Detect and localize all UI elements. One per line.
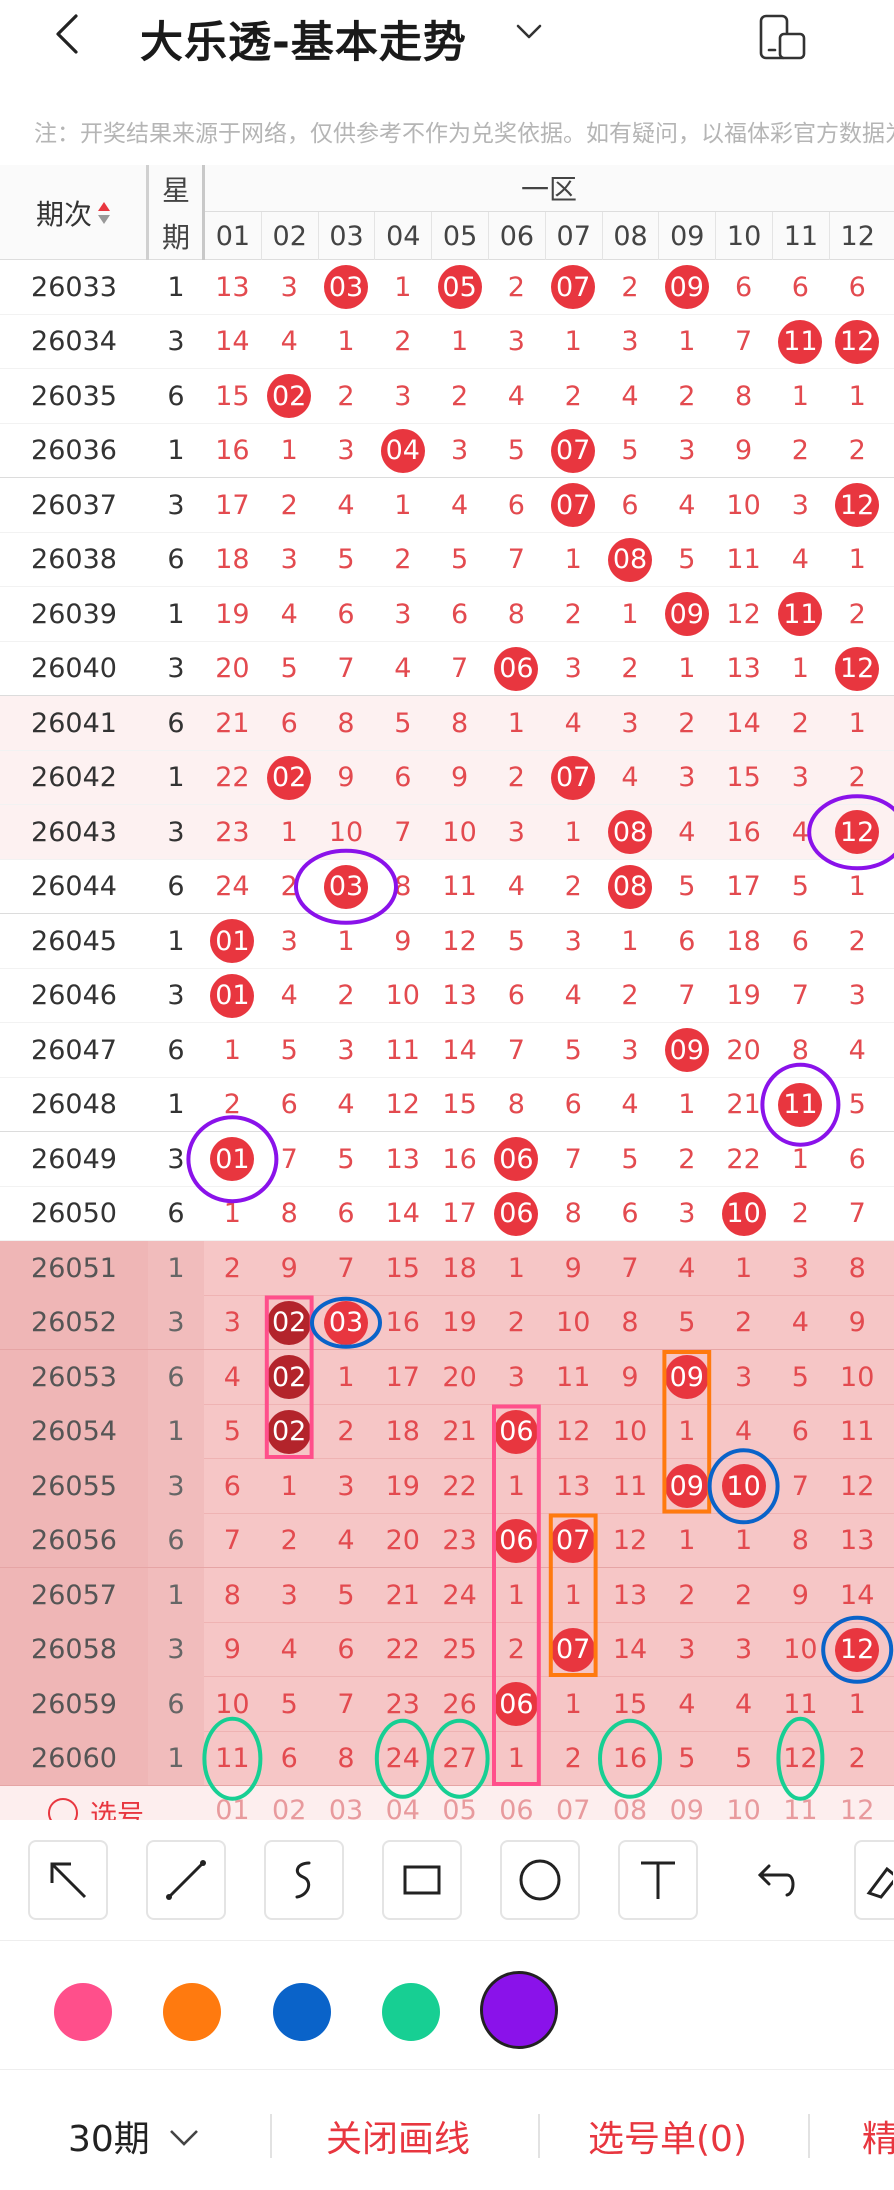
- blue-circle-mark[interactable]: [821, 1615, 894, 1684]
- more-button[interactable]: 精: [862, 2110, 894, 2162]
- text-tool-button[interactable]: [618, 1840, 698, 1920]
- purple-circle-mark[interactable]: [294, 848, 398, 925]
- circle-tool-button[interactable]: [500, 1840, 580, 1920]
- disclaimer-text: 注：开奖结果来源于网络，仅供参考不作为兑奖依据。如有疑问，以福体彩官方数据为准: [34, 121, 894, 147]
- orange-rect-mark[interactable]: [548, 1513, 598, 1677]
- purple-circle-mark[interactable]: [807, 794, 894, 871]
- pick-list-button[interactable]: 选号单(0): [588, 2110, 747, 2162]
- rectangle-tool-icon: [403, 1865, 441, 1895]
- green-circle-mark[interactable]: [776, 1716, 825, 1801]
- undo-icon: [757, 1864, 795, 1897]
- eraser-button[interactable]: [854, 1840, 894, 1920]
- purple-circle-mark[interactable]: [186, 1115, 279, 1204]
- green-circle-mark[interactable]: [429, 1718, 490, 1799]
- pink-rect-mark[interactable]: [264, 1295, 314, 1459]
- divider: [538, 2114, 540, 2158]
- line-tool-button[interactable]: [146, 1840, 226, 1920]
- line-tool-icon: [166, 1860, 206, 1900]
- page-title[interactable]: 大乐透-基本走势: [140, 8, 467, 70]
- color-swatch-green[interactable]: [382, 1983, 440, 2041]
- drawing-toolbar: [0, 1820, 894, 1940]
- rotate-screen-icon[interactable]: [758, 12, 808, 62]
- color-swatch-purple[interactable]: [480, 1971, 558, 2049]
- top-bar: 大乐透-基本走势: [0, 0, 894, 80]
- chevron-down-icon[interactable]: [514, 20, 544, 44]
- arrow-tool-button[interactable]: [28, 1840, 108, 1920]
- text-tool-icon: [641, 1861, 675, 1899]
- circle-tool-icon: [519, 1859, 561, 1901]
- chevron-down-icon[interactable]: [168, 2128, 200, 2148]
- rectangle-tool-button[interactable]: [382, 1840, 462, 1920]
- close-lines-button[interactable]: 关闭画线: [326, 2110, 470, 2162]
- color-swatch-orange[interactable]: [163, 1983, 221, 2041]
- purple-circle-mark[interactable]: [760, 1062, 841, 1147]
- eraser-icon: [866, 1866, 893, 1899]
- blue-circle-mark[interactable]: [707, 1448, 780, 1525]
- color-palette: [0, 1940, 894, 2070]
- green-circle-mark[interactable]: [374, 1718, 431, 1799]
- freehand-tool-icon: [295, 1861, 311, 1899]
- bottom-bar: 30期 关闭画线 选号单(0) 精: [0, 2070, 894, 2190]
- green-circle-mark[interactable]: [598, 1718, 662, 1799]
- green-circle-mark[interactable]: [202, 1716, 263, 1801]
- period-selector[interactable]: 30期: [68, 2110, 150, 2162]
- undo-button[interactable]: [736, 1840, 816, 1920]
- trend-table: 期次星期一区 01 02 03 04 05 06 07 08 09 10 11 12 26033 1 13 3 0…: [0, 165, 894, 1820]
- arrow-tool-icon: [50, 1862, 87, 1899]
- freehand-tool-button[interactable]: [264, 1840, 344, 1920]
- color-swatch-pink[interactable]: [54, 1983, 112, 2041]
- divider: [270, 2114, 272, 2158]
- pink-rect-mark[interactable]: [492, 1404, 541, 1786]
- blue-circle-mark[interactable]: [310, 1296, 382, 1349]
- drawing-overlay[interactable]: [0, 165, 894, 1820]
- back-icon[interactable]: [48, 14, 88, 54]
- orange-rect-mark[interactable]: [662, 1350, 712, 1514]
- color-swatch-blue[interactable]: [273, 1983, 331, 2041]
- divider: [808, 2114, 810, 2158]
